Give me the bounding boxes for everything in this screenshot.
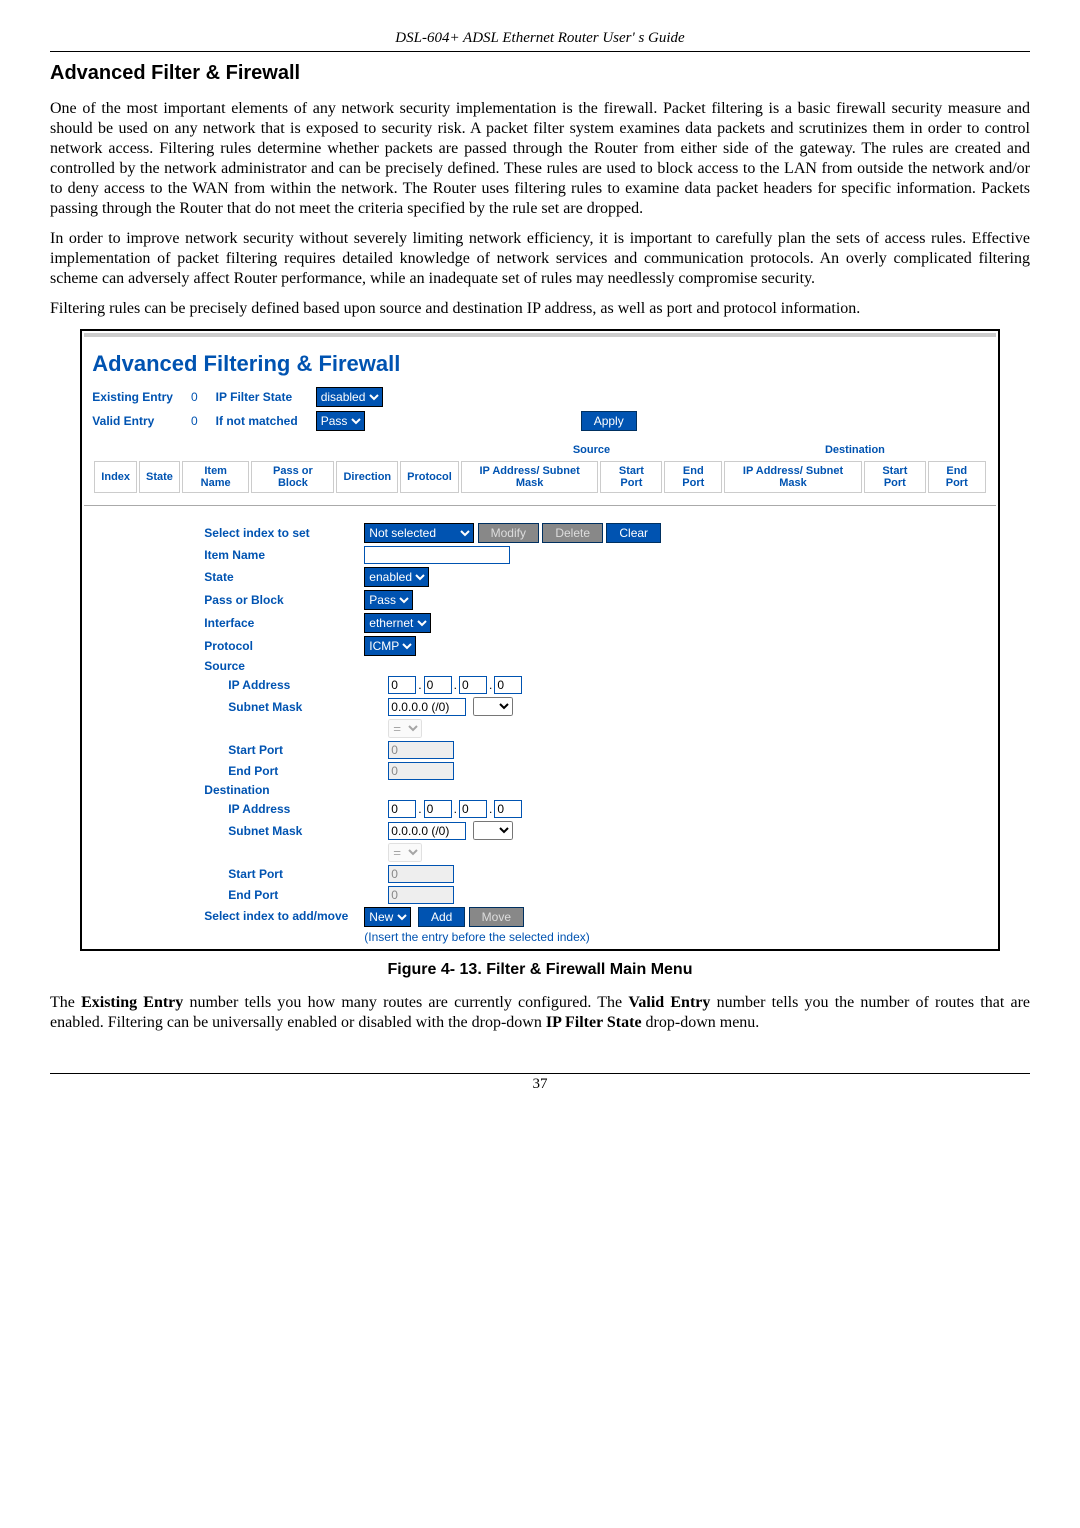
dst-ip-1[interactable] <box>388 800 416 818</box>
interface-select[interactable]: ethernet <box>364 613 431 633</box>
delete-button[interactable]: Delete <box>542 523 603 543</box>
item-name-input[interactable] <box>364 546 510 564</box>
dst-subnet-input[interactable] <box>388 822 466 840</box>
header-rule <box>50 51 1030 52</box>
paragraph-1: One of the most important elements of an… <box>50 99 1030 219</box>
source-heading: Source <box>204 659 364 673</box>
select-index-set-label: Select index to set <box>204 526 364 540</box>
src-ip-4[interactable] <box>494 676 522 694</box>
dst-ip-3[interactable] <box>459 800 487 818</box>
select-index-add-label: Select index to add/move <box>204 910 364 923</box>
src-end-port-label: End Port <box>204 764 388 778</box>
src-end-port-input[interactable] <box>388 762 454 780</box>
page-number: 37 <box>50 1076 1030 1093</box>
valid-entry-value: 0 <box>191 409 216 433</box>
figure-caption: Figure 4- 13. Filter & Firewall Main Men… <box>50 961 1030 979</box>
clear-button[interactable]: Clear <box>606 523 661 543</box>
existing-entry-label: Existing Entry <box>92 385 191 409</box>
ip-filter-state-label: IP Filter State <box>216 385 316 409</box>
state-label: State <box>204 570 364 584</box>
src-ip-2[interactable] <box>424 676 452 694</box>
screenshot-container: Advanced Filtering & Firewall Existing E… <box>80 329 999 951</box>
item-name-label: Item Name <box>204 548 364 562</box>
source-group: Source <box>461 441 722 459</box>
src-start-port-input[interactable] <box>388 741 454 759</box>
src-ip-label: IP Address <box>204 678 388 692</box>
doc-header: DSL-604+ ADSL Ethernet Router User' s Gu… <box>50 30 1030 47</box>
pass-block-select[interactable]: Pass <box>364 590 413 610</box>
insert-note: (Insert the entry before the selected in… <box>364 930 589 944</box>
paragraph-4: The Existing Entry number tells you how … <box>50 993 1030 1033</box>
existing-entry-value: 0 <box>191 385 216 409</box>
valid-entry-label: Valid Entry <box>92 409 191 433</box>
dst-subnet-cidr-select[interactable] <box>473 821 513 840</box>
dst-start-port-input[interactable] <box>388 865 454 883</box>
rules-header-grid: Source Destination Index State Item Name… <box>92 439 987 495</box>
settings-area: Select index to set Not selected Modify … <box>84 505 995 944</box>
col-src-end: End Port <box>664 461 722 493</box>
state-select[interactable]: enabled <box>364 567 429 587</box>
col-direction: Direction <box>336 461 398 493</box>
src-ip-3[interactable] <box>459 676 487 694</box>
if-not-matched-label: If not matched <box>216 409 316 433</box>
interface-label: Interface <box>204 616 364 630</box>
dst-eq-select[interactable]: = <box>388 843 422 862</box>
src-ip-1[interactable] <box>388 676 416 694</box>
src-eq-select[interactable]: = <box>388 719 422 738</box>
section-heading: Advanced Filter & Firewall <box>50 62 1030 85</box>
col-state: State <box>139 461 180 493</box>
ip-filter-state-select[interactable]: disabled <box>316 387 383 407</box>
dest-heading: Destination <box>204 783 364 797</box>
col-dst-start: Start Port <box>864 461 926 493</box>
dst-end-port-input[interactable] <box>388 886 454 904</box>
paragraph-2: In order to improve network security wit… <box>50 229 1030 289</box>
col-pass-block: Pass or Block <box>251 461 334 493</box>
col-src-start: Start Port <box>600 461 662 493</box>
src-subnet-input[interactable] <box>388 698 466 716</box>
select-index-set-select[interactable]: Not selected <box>364 523 474 543</box>
apply-button[interactable]: Apply <box>581 411 637 431</box>
panel-title: Advanced Filtering & Firewall <box>92 351 995 377</box>
pass-block-label: Pass or Block <box>204 593 364 607</box>
move-button[interactable]: Move <box>469 907 524 927</box>
protocol-select[interactable]: ICMP <box>364 636 416 656</box>
dest-group: Destination <box>724 441 985 459</box>
dst-ip-2[interactable] <box>424 800 452 818</box>
src-subnet-cidr-select[interactable] <box>473 697 513 716</box>
col-dst-ip: IP Address/ Subnet Mask <box>724 461 862 493</box>
col-protocol: Protocol <box>400 461 459 493</box>
src-start-port-label: Start Port <box>204 743 388 757</box>
if-not-matched-select[interactable]: Pass <box>316 411 365 431</box>
add-button[interactable]: Add <box>418 907 465 927</box>
col-src-ip: IP Address/ Subnet Mask <box>461 461 599 493</box>
protocol-label: Protocol <box>204 639 364 653</box>
dst-ip-label: IP Address <box>204 802 388 816</box>
dst-end-port-label: End Port <box>204 888 388 902</box>
dst-start-port-label: Start Port <box>204 867 388 881</box>
src-subnet-label: Subnet Mask <box>204 700 388 714</box>
modify-button[interactable]: Modify <box>478 523 539 543</box>
paragraph-3: Filtering rules can be precisely defined… <box>50 299 1030 319</box>
col-index: Index <box>94 461 137 493</box>
dst-ip-4[interactable] <box>494 800 522 818</box>
col-item-name: Item Name <box>182 461 249 493</box>
dst-subnet-label: Subnet Mask <box>204 824 388 838</box>
config-table: Existing Entry 0 IP Filter State disable… <box>92 385 654 433</box>
select-index-add-select[interactable]: New <box>364 907 411 927</box>
footer-rule <box>50 1073 1030 1074</box>
col-dst-end: End Port <box>928 461 986 493</box>
